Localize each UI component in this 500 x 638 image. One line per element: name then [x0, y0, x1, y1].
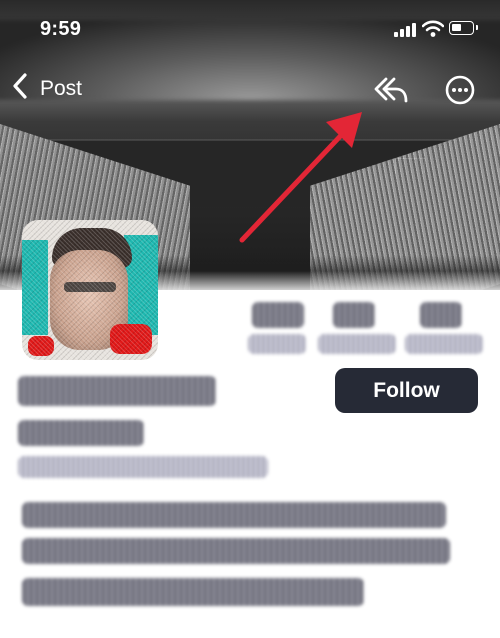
following-count-redacted — [420, 302, 462, 328]
posts-label-redacted — [248, 334, 306, 354]
followers-label-redacted — [318, 334, 396, 354]
bio-line-3-redacted — [22, 578, 364, 606]
nav-bar: Post — [0, 62, 500, 116]
follow-button[interactable]: Follow — [335, 368, 478, 413]
following-label-redacted — [405, 334, 483, 354]
followers-count-redacted — [333, 302, 375, 328]
profile-link-redacted[interactable] — [18, 456, 268, 478]
battery-icon — [449, 21, 478, 35]
back-button[interactable]: Post — [10, 72, 82, 105]
posts-count-redacted — [252, 302, 304, 328]
more-circle-icon — [438, 75, 482, 112]
status-bar: 9:59 — [0, 0, 500, 58]
username-redacted — [18, 420, 144, 446]
more-options-button[interactable] — [438, 72, 482, 108]
reply-button[interactable] — [368, 70, 412, 110]
cellular-signal-icon — [394, 23, 416, 37]
reply-arrow-icon — [368, 77, 412, 114]
wifi-icon — [421, 20, 445, 38]
bio-line-1-redacted — [22, 502, 446, 528]
avatar[interactable] — [22, 220, 158, 360]
bio-line-2-redacted — [22, 538, 450, 564]
status-time: 9:59 — [40, 18, 82, 40]
chevron-left-icon — [10, 72, 30, 105]
display-name-redacted — [18, 376, 216, 406]
back-label: Post — [40, 76, 83, 100]
